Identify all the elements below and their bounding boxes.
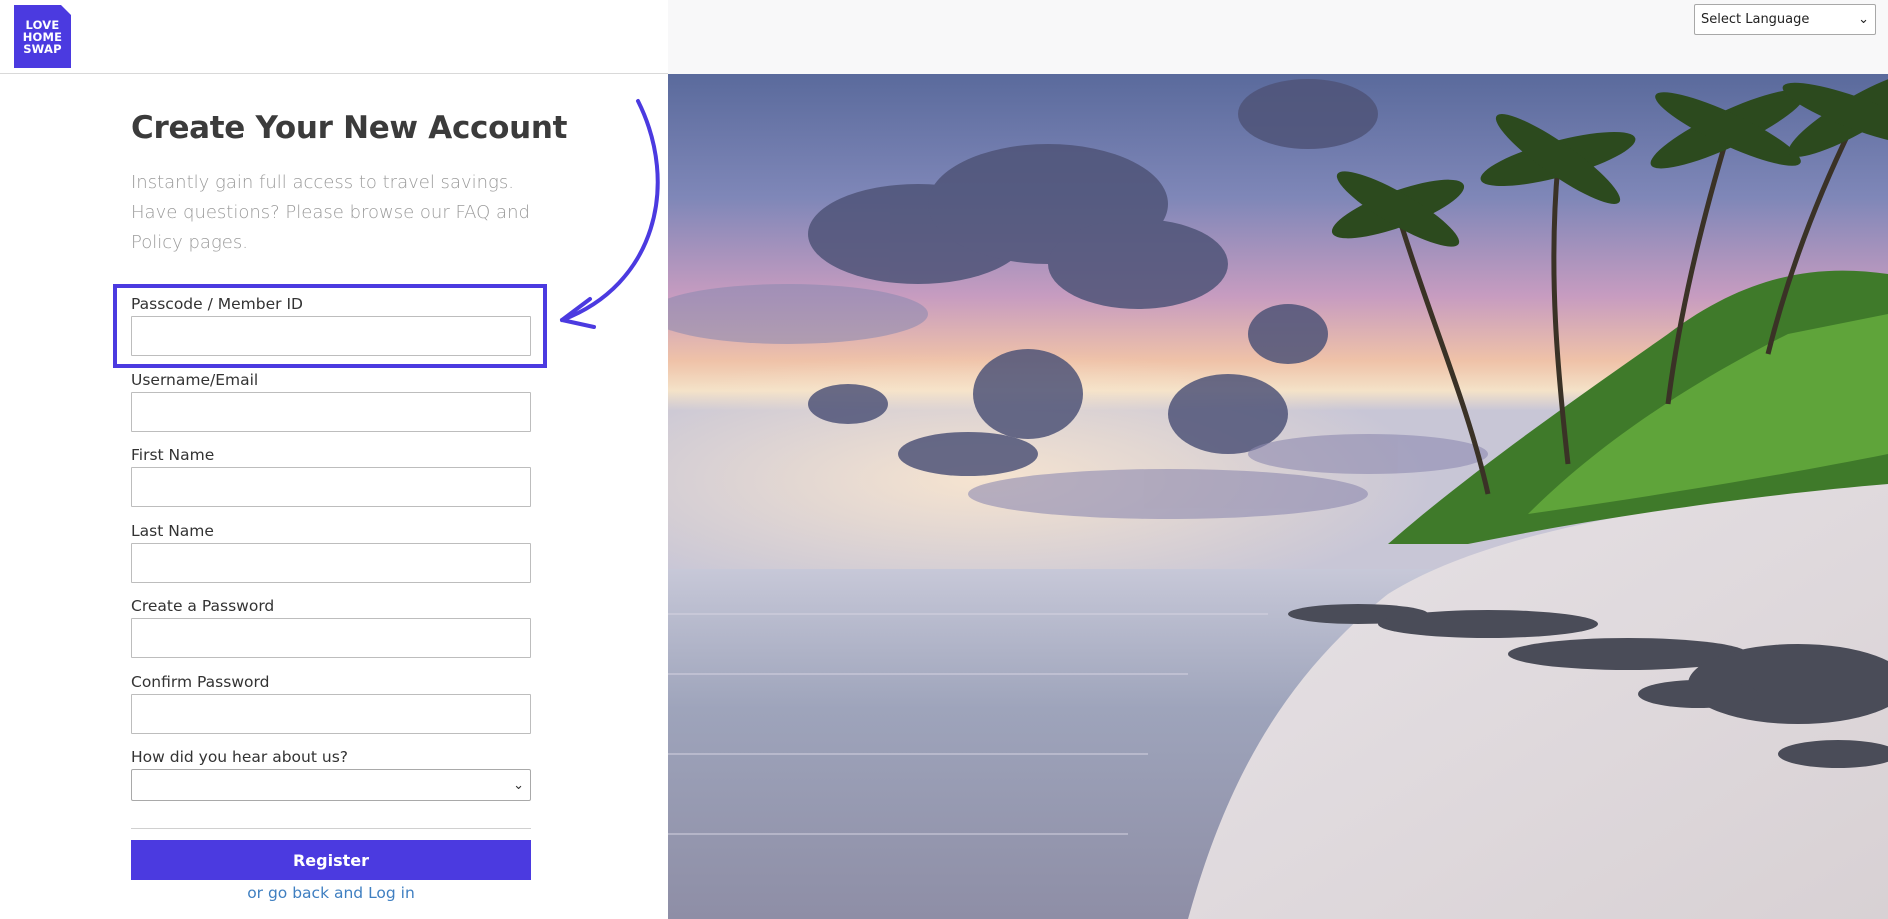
- logo-line-1: LOVE: [25, 17, 60, 32]
- chevron-down-icon: ⌄: [1858, 12, 1869, 27]
- site-header: LOVE HOME SWAP: [0, 0, 668, 74]
- beach-sunset-illustration: [668, 74, 1888, 919]
- confirm-password-input[interactable]: [131, 694, 531, 734]
- login-link-container: or go back and Log in: [131, 882, 531, 904]
- hear-about-field-group: How did you hear about us? ⌄: [131, 746, 531, 801]
- passcode-label: Passcode / Member ID: [131, 295, 303, 313]
- first-name-label: First Name: [131, 446, 215, 464]
- language-select[interactable]: Select Language ⌄: [1694, 4, 1876, 35]
- language-select-value: Select Language: [1701, 12, 1810, 27]
- logo-line-3: SWAP: [23, 41, 62, 56]
- last-name-field-group: Last Name: [131, 520, 531, 583]
- love-home-swap-logo[interactable]: LOVE HOME SWAP: [14, 5, 71, 68]
- form-divider: [131, 828, 531, 829]
- password-field-group: Create a Password: [131, 595, 531, 658]
- confirm-password-label: Confirm Password: [131, 673, 270, 691]
- passcode-field-group: Passcode / Member ID: [131, 293, 531, 356]
- first-name-input[interactable]: [131, 467, 531, 507]
- username-field-group: Username/Email: [131, 369, 531, 432]
- curved-arrow-icon: [560, 99, 660, 329]
- password-label: Create a Password: [131, 597, 275, 615]
- login-link[interactable]: or go back and Log in: [247, 884, 415, 902]
- logo-line-2: HOME: [22, 29, 63, 44]
- register-button[interactable]: Register: [131, 840, 531, 880]
- passcode-input[interactable]: [131, 316, 531, 356]
- username-label: Username/Email: [131, 371, 259, 389]
- last-name-input[interactable]: [131, 543, 531, 583]
- page-title: Create Your New Account: [131, 110, 568, 146]
- password-input[interactable]: [131, 618, 531, 658]
- first-name-field-group: First Name: [131, 444, 531, 507]
- username-input[interactable]: [131, 392, 531, 432]
- beach-hero-image: Select Language ⌄: [668, 0, 1888, 919]
- hear-about-label: How did you hear about us?: [131, 748, 348, 766]
- page-subtitle: Instantly gain full access to travel sav…: [131, 172, 530, 253]
- hear-about-select[interactable]: ⌄: [131, 769, 531, 801]
- confirm-password-field-group: Confirm Password: [131, 671, 531, 734]
- last-name-label: Last Name: [131, 522, 214, 540]
- chevron-down-icon: ⌄: [513, 777, 524, 793]
